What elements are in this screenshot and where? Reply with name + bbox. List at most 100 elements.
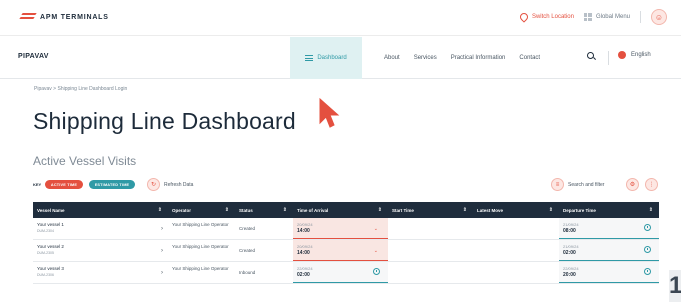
vessel-name: Your vessel 1 <box>37 222 64 227</box>
refresh-button[interactable]: ↻ Refresh Data <box>147 178 193 191</box>
vessel-code: DUM-2305 <box>37 251 54 255</box>
col-operator[interactable]: Operator ⇕ <box>168 202 235 218</box>
col-latest-move[interactable]: Latest Move ⇕ <box>473 202 559 218</box>
section-title: Active Vessel Visits <box>33 154 137 168</box>
operator-cell: Your Shipping Line Operator <box>172 266 229 271</box>
col-label: Departure Time <box>563 207 596 213</box>
start-time-cell <box>388 240 473 261</box>
col-status[interactable]: Status ⇕ <box>235 202 293 218</box>
key-label: KEY <box>33 182 42 187</box>
vessel-name: Your vessel 2 <box>37 244 64 249</box>
nav-link-services[interactable]: Services <box>414 55 437 61</box>
language-selector[interactable]: English <box>618 51 651 59</box>
main-nav: PIPAVAV Dashboard About Services Practic… <box>0 37 681 79</box>
table-toolbar: KEY ACTIVE TIME ESTIMATED TIME ↻ Refresh… <box>33 178 663 192</box>
apm-logo[interactable]: APM TERMINALS <box>18 11 109 23</box>
latest-move-cell <box>473 218 559 239</box>
status-cell: Created <box>239 248 256 253</box>
gear-icon: ⚙ <box>629 182 636 188</box>
chevron-right-icon[interactable]: › <box>161 270 163 276</box>
chevron-right-icon[interactable]: › <box>161 248 163 254</box>
global-menu-label: Global Menu <box>595 14 630 20</box>
col-time-of-arrival[interactable]: Time of Arrival ⇕ <box>293 202 388 218</box>
estimated-time-badge: ESTIMATED TIME <box>89 180 135 189</box>
nav-link-practical-information[interactable]: Practical Information <box>451 55 506 61</box>
search-icon[interactable] <box>587 52 597 61</box>
start-time-cell <box>388 262 473 283</box>
departure-time-cell[interactable]: 21/09/24 08:00 <box>559 218 659 239</box>
active-time-badge: ACTIVE TIME <box>45 180 83 189</box>
table-row[interactable]: Your vessel 2 DUM-2305 › Your Shipping L… <box>33 240 659 262</box>
search-filter-button[interactable]: ≡ Search and filter <box>551 178 604 191</box>
chevron-right-icon[interactable]: › <box>161 226 163 232</box>
departure-time-cell[interactable]: 22/09/24 20:00 <box>559 262 659 283</box>
refresh-label: Refresh Data <box>164 181 194 188</box>
col-label: Vessel Name <box>37 207 65 213</box>
sort-icon[interactable]: ⇕ <box>649 207 653 213</box>
user-button[interactable]: ☺ <box>651 9 667 25</box>
clock-icon[interactable] <box>644 268 651 275</box>
top-bar: APM TERMINALS Switch Location Global Men… <box>0 0 681 36</box>
nav-link-contact[interactable]: Contact <box>519 55 540 61</box>
departure-time-cell[interactable]: 21/09/24 02:00 <box>559 240 659 261</box>
filter-icon: ≡ <box>551 178 564 191</box>
nav-link-about[interactable]: About <box>384 55 400 61</box>
page-title: Shipping Line Dashboard <box>33 108 296 134</box>
latest-move-cell <box>473 262 559 283</box>
menu-icon <box>305 55 314 61</box>
vessel-name: Your vessel 3 <box>37 266 64 271</box>
search-filter-label: Search and filter <box>568 181 605 188</box>
status-cell: Created <box>239 226 256 231</box>
operator-cell: Your Shipping Line Operator <box>172 244 229 249</box>
vessel-cell: Your vessel 1 DUM-2304 › <box>33 218 168 239</box>
table-header: Vessel Name ⇕ Operator ⇕ Status ⇕ Time of A… <box>33 202 659 218</box>
mouse-cursor-icon <box>319 97 340 128</box>
vessel-cell: Your vessel 2 DUM-2305 › <box>33 240 168 261</box>
arrival-time-cell[interactable]: 20/09/24 14:00 ⌄ <box>293 240 388 261</box>
divider <box>608 51 609 65</box>
language-label: English <box>631 52 651 58</box>
tab-dashboard[interactable]: Dashboard <box>290 37 362 79</box>
breadcrumb[interactable]: Pipavav > Shipping Line Dashboard Login <box>34 86 127 92</box>
chevron-down-icon[interactable]: ⌄ <box>374 248 378 254</box>
divider <box>640 11 641 23</box>
col-label: Status <box>239 207 253 213</box>
operator-cell: Your Shipping Line Operator <box>172 222 229 227</box>
more-icon: ⋮ <box>648 182 655 188</box>
global-menu-link[interactable]: Global Menu <box>583 13 630 21</box>
table-row[interactable]: Your vessel 3 DUM-2306 › Your Shipping L… <box>33 262 659 284</box>
clock-icon[interactable] <box>644 224 651 231</box>
grid-icon <box>583 13 592 21</box>
col-start-time[interactable]: Start Time ⇕ <box>388 202 473 218</box>
sort-icon[interactable]: ⇕ <box>549 207 553 213</box>
location-pin-icon <box>518 11 530 23</box>
sort-icon[interactable]: ⇕ <box>158 207 162 213</box>
logo-mark-icon <box>18 11 38 23</box>
vessel-code: DUM-2306 <box>37 273 54 277</box>
col-label: Start Time <box>392 207 414 213</box>
col-label: Latest Move <box>477 207 504 213</box>
latest-move-cell <box>473 240 559 261</box>
arrival-time-cell[interactable]: 20/09/24 14:00 ⌄ <box>293 218 388 239</box>
terminal-name[interactable]: PIPAVAV <box>18 53 49 60</box>
switch-location-link[interactable]: Switch Location <box>518 11 574 23</box>
col-vessel-name[interactable]: Vessel Name ⇕ <box>33 202 168 218</box>
table-row[interactable]: Your vessel 1 DUM-2304 › Your Shipping L… <box>33 218 659 240</box>
overlay-digit: 1 <box>669 270 681 302</box>
sort-icon[interactable]: ⇕ <box>225 207 229 213</box>
switch-location-label: Switch Location <box>531 14 574 20</box>
arrival-time-cell[interactable]: 22/09/24 02:00 <box>293 262 388 283</box>
col-departure-time[interactable]: Departure Time ⇕ <box>559 202 659 218</box>
vessel-cell: Your vessel 3 DUM-2306 › <box>33 262 168 283</box>
globe-icon <box>618 51 626 59</box>
clock-icon[interactable] <box>373 268 380 275</box>
chevron-down-icon[interactable]: ⌄ <box>374 226 378 232</box>
settings-button[interactable]: ⚙ <box>626 178 639 191</box>
refresh-icon: ↻ <box>147 178 160 191</box>
sort-icon[interactable]: ⇕ <box>283 207 287 213</box>
more-options-button[interactable]: ⋮ <box>645 178 658 191</box>
tab-dashboard-label: Dashboard <box>317 55 347 61</box>
sort-icon[interactable]: ⇕ <box>378 207 382 213</box>
clock-icon[interactable] <box>644 246 651 253</box>
sort-icon[interactable]: ⇕ <box>463 207 467 213</box>
